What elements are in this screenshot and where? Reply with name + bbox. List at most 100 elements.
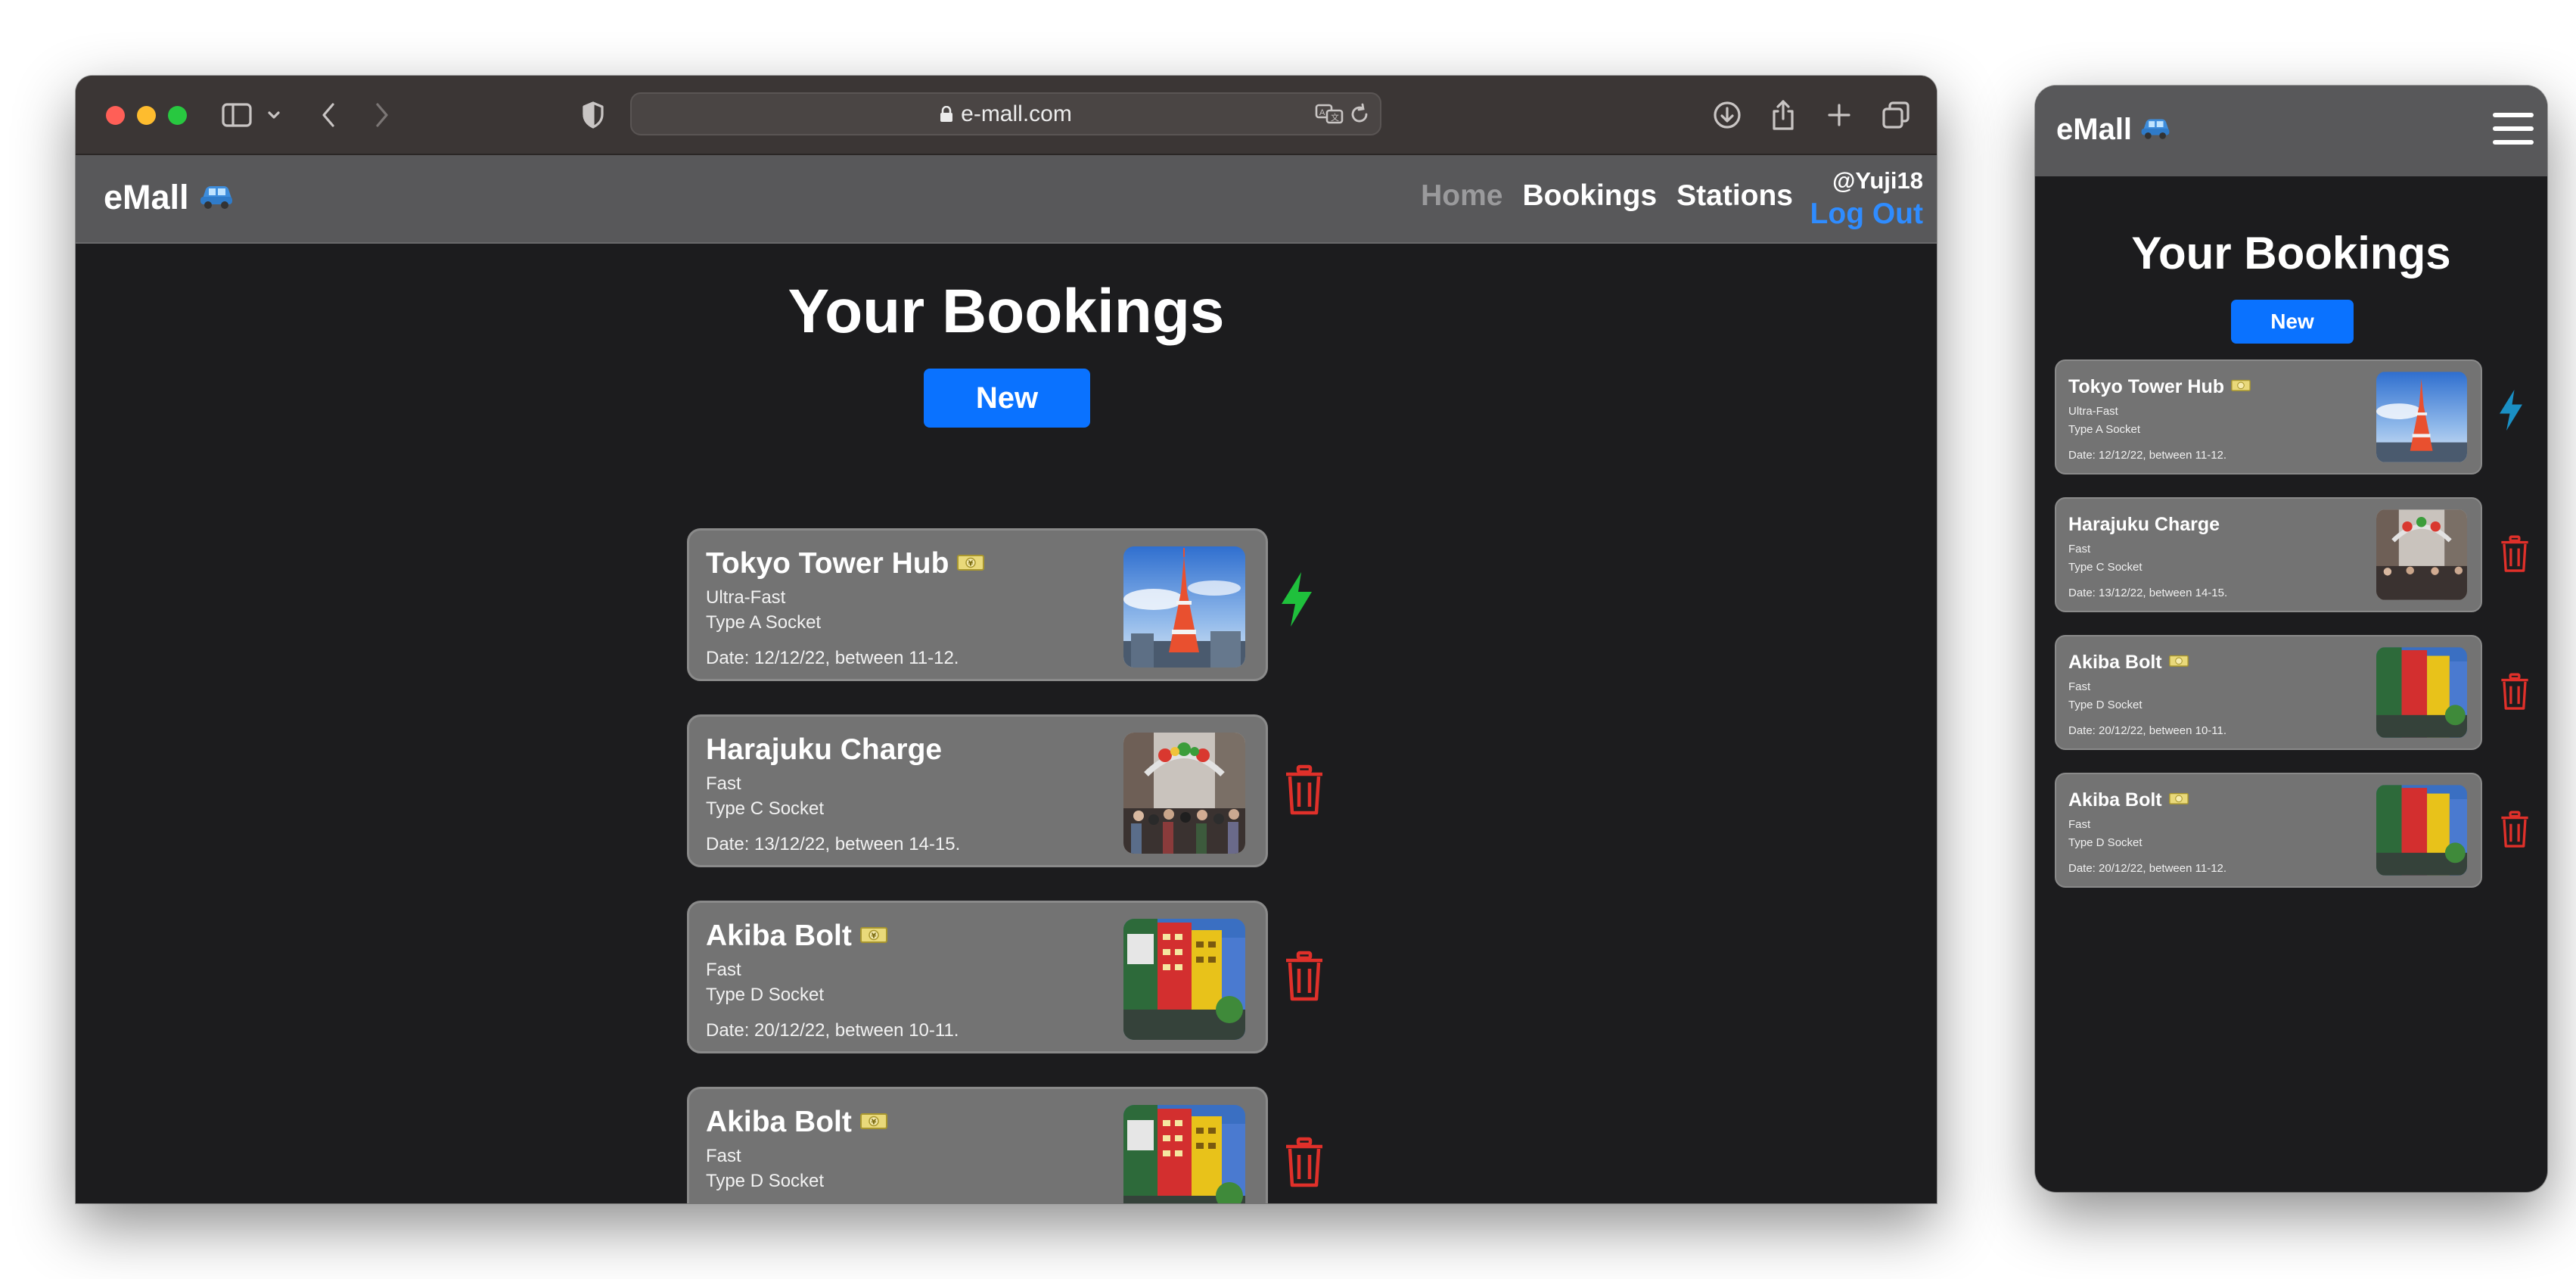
trash-icon[interactable]: [2500, 811, 2530, 852]
mobile-view: eMall Your Bookings New Tokyo Tower Hub …: [2035, 86, 2547, 1192]
booking-socket: Type A Socket: [2068, 423, 2141, 436]
logout-link[interactable]: Log Out: [1810, 198, 1923, 231]
trash-icon[interactable]: [2500, 535, 2530, 577]
forward-arrow-icon[interactable]: [373, 98, 391, 132]
booking-name-row: Harajuku Charge: [706, 733, 942, 767]
translate-icon[interactable]: A文: [1315, 103, 1345, 129]
svg-text:A: A: [1319, 108, 1325, 117]
akihabara-buildings-photo: [2376, 647, 2467, 738]
new-tab-plus-icon[interactable]: [1826, 98, 1852, 132]
booking-card[interactable]: Tokyo Tower Hub Ultra-Fast Type A Socket…: [2055, 359, 2482, 475]
tab-overview-icon[interactable]: [1881, 98, 1911, 132]
main-content: Your Bookings New Tokyo Tower Hub ¥ Ultr…: [76, 244, 1937, 1203]
booking-name-row: Akiba Bolt ¥: [706, 920, 888, 953]
new-booking-button[interactable]: New: [924, 369, 1090, 428]
booking-name-row: Harajuku Charge: [2068, 514, 2220, 536]
nav-bookings-link[interactable]: Bookings: [1522, 179, 1657, 213]
yen-banknote-icon: ¥: [956, 547, 985, 580]
site-navbar: eMall Home Bookings Stations @Yuji18 Log…: [76, 155, 1937, 244]
booking-date: Date: 20/12/22, between 11-12.: [2068, 862, 2227, 875]
page-title: Your Bookings: [2131, 228, 2451, 279]
yen-banknote-icon: ¥: [859, 920, 888, 953]
yen-banknote-icon: [2230, 376, 2251, 398]
harajuku-street-photo: [1123, 733, 1245, 854]
svg-text:¥: ¥: [871, 1119, 876, 1127]
mobile-navbar: eMall: [2035, 86, 2547, 176]
booking-speed: Ultra-Fast: [2068, 405, 2118, 418]
booking-card[interactable]: Akiba Bolt Fast Type D Socket Date: 20/1…: [2055, 773, 2482, 888]
booking-name-row: Tokyo Tower Hub ¥: [706, 547, 985, 580]
zoom-window-button[interactable]: [168, 106, 187, 125]
brand-logo[interactable]: eMall: [2056, 113, 2171, 147]
trash-icon[interactable]: [1284, 764, 1325, 820]
trash-icon[interactable]: [2500, 673, 2530, 714]
yen-banknote-icon: [2168, 652, 2189, 674]
booking-speed: Fast: [2068, 818, 2091, 831]
booking-card[interactable]: Tokyo Tower Hub ¥ Ultra-Fast Type A Sock…: [687, 528, 1268, 681]
address-bar[interactable]: e-mall.com A文: [630, 92, 1381, 135]
svg-text:文: 文: [1331, 112, 1339, 123]
yen-banknote-icon: ¥: [859, 1106, 888, 1139]
booking-speed: Fast: [2068, 543, 2091, 555]
booking-name: Akiba Bolt: [2068, 789, 2162, 811]
charging-bolt-icon[interactable]: [1279, 571, 1315, 632]
nav-stations-link[interactable]: Stations: [1676, 179, 1793, 213]
booking-card[interactable]: Akiba Bolt ¥ Fast Type D Socket Date: 20…: [687, 1087, 1268, 1203]
car-icon: [198, 178, 235, 217]
harajuku-street-photo: [2376, 509, 2467, 600]
nav-home-link[interactable]: Home: [1421, 179, 1502, 213]
url-display[interactable]: e-mall.com: [632, 94, 1380, 134]
booking-name: Tokyo Tower Hub: [706, 547, 949, 580]
booking-name-row: Tokyo Tower Hub: [2068, 376, 2251, 398]
trash-icon[interactable]: [1284, 1137, 1325, 1192]
nav-links: Home Bookings Stations: [1421, 179, 1793, 213]
booking-socket: Type D Socket: [2068, 836, 2143, 849]
trash-icon[interactable]: [1284, 951, 1325, 1006]
booking-name: Akiba Bolt: [706, 920, 852, 952]
download-icon[interactable]: [1712, 98, 1742, 132]
brand-logo[interactable]: eMall: [104, 178, 235, 217]
share-icon[interactable]: [1770, 98, 1796, 132]
hamburger-menu-icon[interactable]: [2493, 113, 2534, 146]
desktop-browser-window: e-mall.com A文 eMall Home Bookings Statio…: [76, 76, 1937, 1203]
booking-socket: Type D Socket: [2068, 699, 2143, 711]
yen-banknote-icon: [2168, 789, 2189, 811]
booking-speed: Fast: [706, 960, 741, 980]
booking-name: Harajuku Charge: [706, 733, 943, 766]
url-text: e-mall.com: [961, 101, 1072, 126]
car-icon: [2139, 113, 2171, 147]
booking-socket: Type A Socket: [706, 612, 822, 633]
booking-socket: Type D Socket: [706, 1171, 825, 1191]
akihabara-buildings-photo: [1123, 1105, 1245, 1203]
booking-date: Date: 12/12/22, between 11-12.: [2068, 449, 2227, 462]
sidebar-toggle-icon[interactable]: [222, 98, 252, 132]
back-arrow-icon[interactable]: [319, 98, 337, 132]
chevron-down-icon[interactable]: [267, 98, 281, 132]
new-booking-button[interactable]: New: [2231, 300, 2354, 344]
akihabara-buildings-photo: [1123, 919, 1245, 1040]
reload-icon[interactable]: [1348, 103, 1371, 129]
privacy-shield-icon[interactable]: [581, 98, 605, 132]
booking-date: Date: 13/12/22, between 14-15.: [706, 834, 961, 854]
booking-card[interactable]: Harajuku Charge Fast Type C Socket Date:…: [687, 714, 1268, 867]
booking-date: Date: 20/12/22, between 10-11.: [2068, 724, 2227, 737]
booking-name: Akiba Bolt: [706, 1106, 852, 1138]
tokyo-tower-photo: [2376, 372, 2467, 462]
brand-name: eMall: [104, 178, 189, 216]
booking-name-row: Akiba Bolt: [2068, 789, 2189, 811]
close-window-button[interactable]: [106, 106, 125, 125]
booking-card[interactable]: Harajuku Charge Fast Type C Socket Date:…: [2055, 497, 2482, 612]
booking-speed: Fast: [706, 773, 741, 794]
booking-socket: Type C Socket: [2068, 561, 2143, 574]
booking-date: Date: 13/12/22, between 14-15.: [2068, 587, 2228, 599]
page-title: Your Bookings: [788, 277, 1225, 346]
booking-card[interactable]: Akiba Bolt Fast Type D Socket Date: 20/1…: [2055, 635, 2482, 750]
svg-text:¥: ¥: [968, 560, 974, 568]
minimize-window-button[interactable]: [137, 106, 156, 125]
svg-text:¥: ¥: [871, 932, 876, 941]
charging-bolt-icon[interactable]: [2497, 388, 2525, 436]
booking-name-row: Akiba Bolt ¥: [706, 1106, 888, 1139]
akihabara-buildings-photo: [2376, 785, 2467, 876]
booking-card[interactable]: Akiba Bolt ¥ Fast Type D Socket Date: 20…: [687, 901, 1268, 1053]
booking-name: Harajuku Charge: [2068, 514, 2220, 535]
